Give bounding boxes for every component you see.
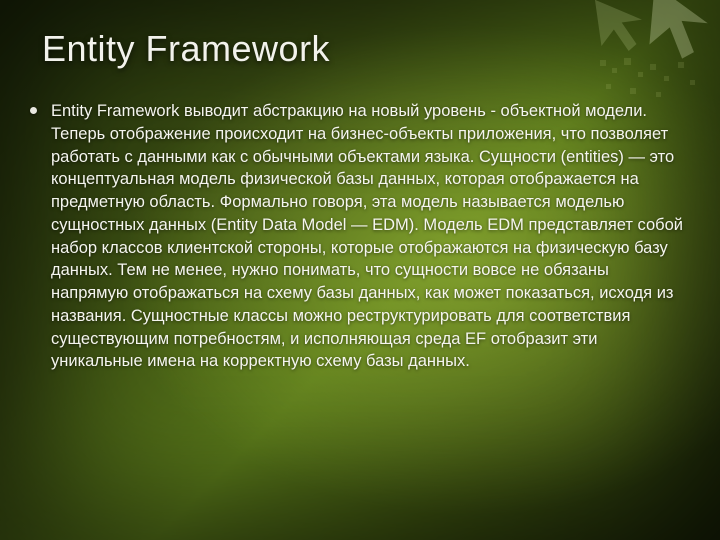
bullet-dot-icon [30, 107, 37, 114]
cursor-decoration [560, 0, 720, 110]
slide-title: Entity Framework [42, 28, 330, 70]
slide-body: Entity Framework выводит абстракцию на н… [30, 100, 690, 373]
bullet-text: Entity Framework выводит абстракцию на н… [51, 100, 690, 373]
bullet-item: Entity Framework выводит абстракцию на н… [30, 100, 690, 373]
